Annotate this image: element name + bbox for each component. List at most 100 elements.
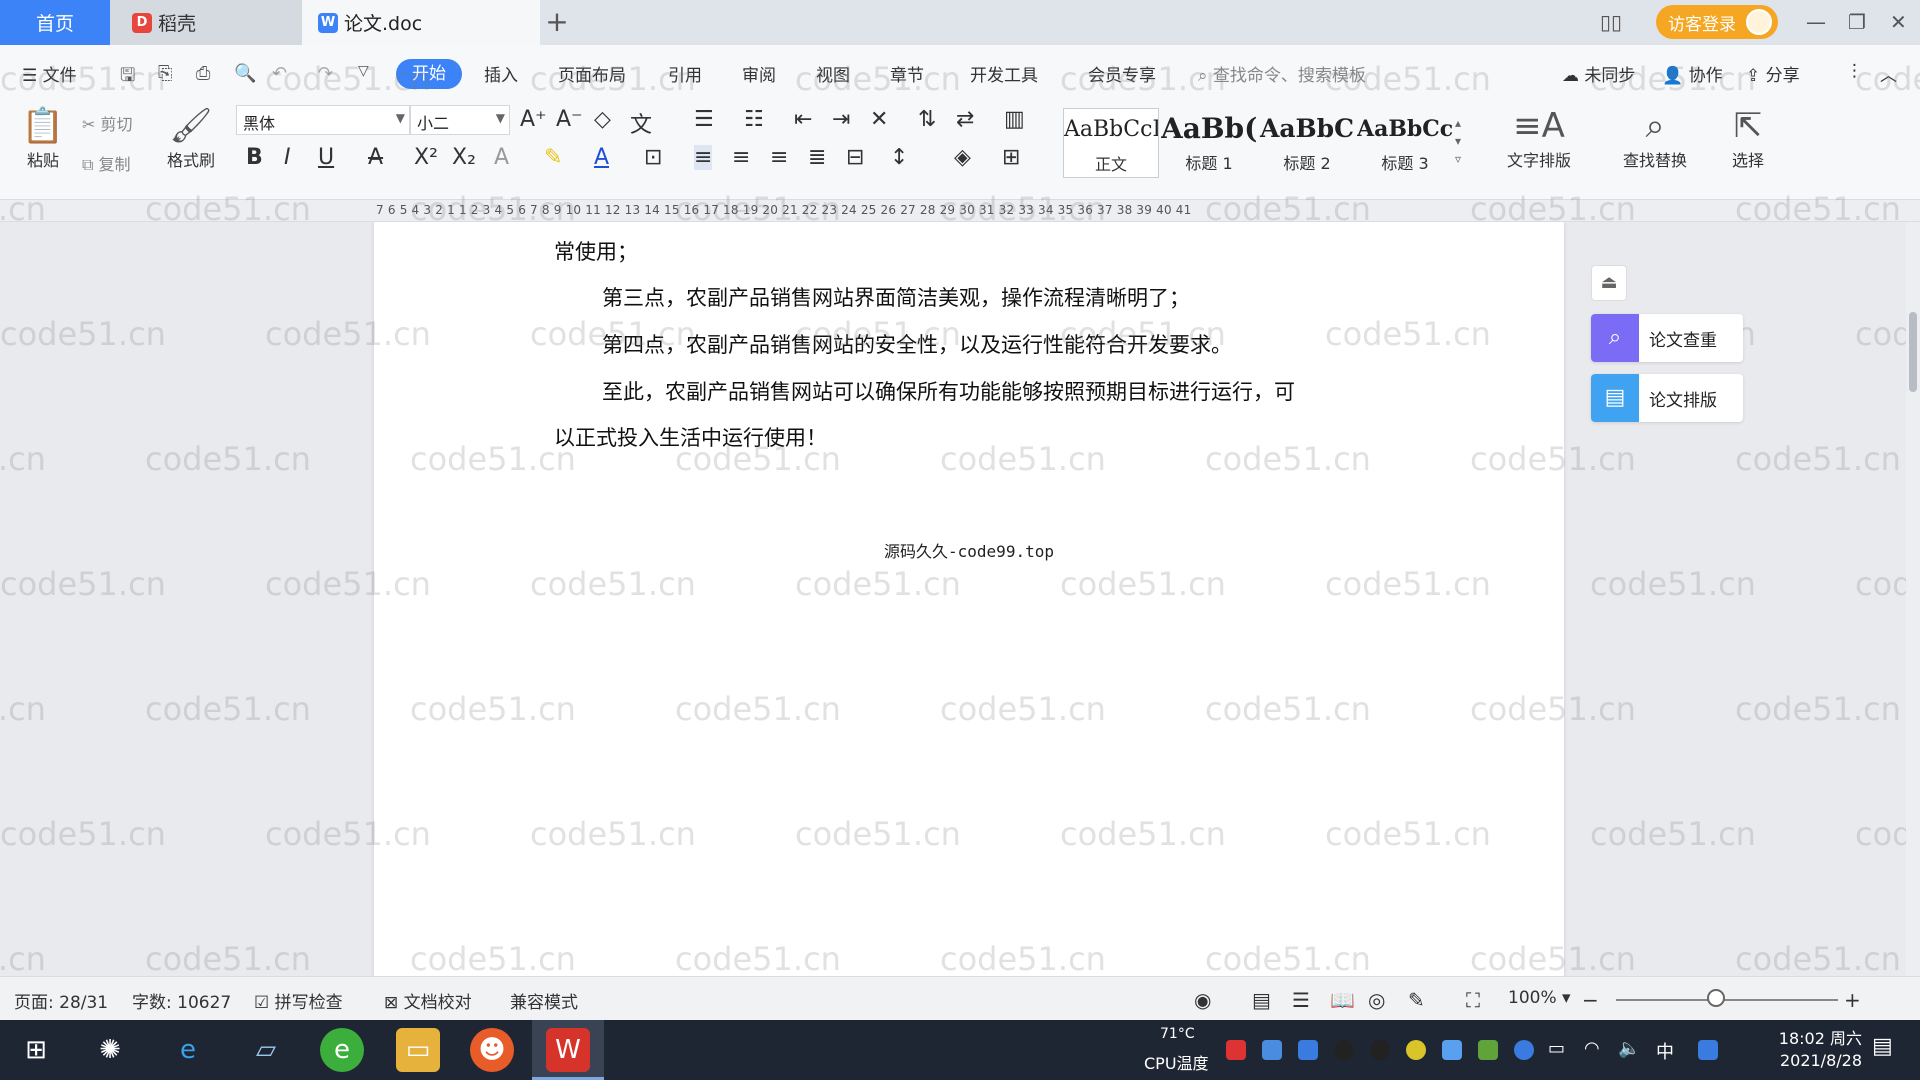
qq-icon[interactable] bbox=[1334, 1040, 1354, 1060]
restore-icon[interactable]: ❐ bbox=[1848, 8, 1866, 36]
style-heading-1[interactable]: AaBb( 标题 1 bbox=[1161, 108, 1257, 178]
zoom-slider[interactable] bbox=[1616, 999, 1838, 1001]
font-size-select[interactable]: 小二 ▼ bbox=[410, 105, 510, 135]
tab-document[interactable]: W 论文.doc bbox=[302, 0, 540, 45]
highlight-icon[interactable]: ✎ bbox=[544, 145, 562, 170]
menu-insert[interactable]: 插入 bbox=[484, 61, 518, 86]
command-search[interactable]: ⌕ 查找命令、搜索模板 bbox=[1198, 61, 1366, 86]
file-explorer-icon[interactable]: ▭ bbox=[396, 1028, 440, 1072]
align-right-button[interactable]: ≡ bbox=[770, 145, 788, 170]
proofread-button[interactable]: ⊠ 文档校对 bbox=[384, 988, 472, 1013]
page-view-icon[interactable]: ▤ bbox=[1252, 988, 1271, 1012]
vertical-scrollbar[interactable] bbox=[1906, 222, 1920, 976]
menu-member[interactable]: 会员专享 bbox=[1088, 61, 1156, 86]
customize-dropdown-icon[interactable]: ▽ bbox=[358, 63, 369, 79]
fit-page-icon[interactable]: ⛶ bbox=[1466, 988, 1480, 1012]
page-indicator[interactable]: 页面: 28/31 bbox=[14, 988, 108, 1013]
menu-home[interactable]: 开始 bbox=[396, 59, 462, 89]
nvidia-icon[interactable] bbox=[1478, 1040, 1498, 1060]
increase-indent-icon[interactable]: ⇥ bbox=[832, 107, 850, 132]
notes-app-icon[interactable]: ▱ bbox=[244, 1028, 288, 1072]
volume-icon[interactable]: 🔈 bbox=[1618, 1038, 1640, 1059]
menu-page-layout[interactable]: 页面布局 bbox=[558, 61, 626, 86]
copy-button[interactable]: ⧉ 复制 bbox=[82, 151, 131, 175]
text-layout-button[interactable]: ≡A 文字排版 bbox=[1494, 105, 1584, 171]
save-icon[interactable]: 🖫 bbox=[120, 63, 135, 93]
game-app-icon[interactable]: ☻ bbox=[470, 1028, 514, 1072]
subscript-button[interactable]: X₂ bbox=[452, 145, 476, 170]
sort-icon[interactable]: ⇅ bbox=[918, 107, 936, 132]
ie-browser-icon[interactable]: e bbox=[166, 1028, 210, 1072]
bold-button[interactable]: B bbox=[246, 145, 263, 170]
font-name-select[interactable]: 黑体 ▼ bbox=[236, 105, 410, 135]
justify-button[interactable]: ≣ bbox=[808, 145, 826, 170]
char-border-icon[interactable]: ⊡ bbox=[644, 145, 662, 170]
web-view-icon[interactable]: ◎ bbox=[1368, 988, 1385, 1012]
write-view-icon[interactable]: ✎ bbox=[1408, 988, 1425, 1012]
more-icon[interactable]: ⋮ bbox=[1846, 61, 1863, 81]
menu-references[interactable]: 引用 bbox=[668, 61, 702, 86]
tab-ruler-icon[interactable]: ▥ bbox=[1004, 107, 1025, 132]
menu-developer[interactable]: 开发工具 bbox=[970, 61, 1038, 86]
menu-review[interactable]: 审阅 bbox=[742, 61, 776, 86]
360-browser-icon[interactable]: e bbox=[320, 1028, 364, 1072]
outline-view-icon[interactable]: ☰ bbox=[1292, 988, 1310, 1012]
scrollbar-thumb[interactable] bbox=[1909, 312, 1917, 392]
phonetic-icon[interactable]: 文 bbox=[630, 107, 652, 139]
borders-icon[interactable]: ⊞ bbox=[1002, 145, 1020, 170]
minimize-icon[interactable]: — bbox=[1806, 8, 1826, 36]
paper-check-button[interactable]: ⌕ 论文查重 bbox=[1591, 314, 1743, 362]
spell-check-button[interactable]: ☑ 拼写检查 bbox=[254, 988, 343, 1013]
style-heading-2[interactable]: AaBbC 标题 2 bbox=[1259, 108, 1355, 178]
underline-button[interactable]: U bbox=[318, 145, 334, 170]
horizontal-ruler[interactable]: 7 6 5 4 3 2 1 1 2 3 4 5 6 7 8 9 10 11 12… bbox=[0, 200, 1920, 222]
shield-icon[interactable] bbox=[1298, 1040, 1318, 1060]
tab-docer[interactable]: D 稻壳 bbox=[110, 0, 302, 45]
style-normal[interactable]: AaBbCcI 正文 bbox=[1063, 108, 1159, 178]
align-left-button[interactable]: ≡ bbox=[694, 145, 713, 170]
find-replace-button[interactable]: ⌕ 查找替换 bbox=[1608, 105, 1702, 171]
zoom-slider-handle[interactable] bbox=[1707, 989, 1725, 1007]
superscript-button[interactable]: X² bbox=[414, 145, 438, 170]
zoom-out-icon[interactable]: − bbox=[1582, 988, 1599, 1012]
italic-button[interactable]: I bbox=[284, 145, 291, 170]
export-icon[interactable]: ⎘ bbox=[158, 63, 172, 84]
collaborate-button[interactable]: 👤 协作 bbox=[1662, 61, 1723, 86]
menu-view[interactable]: 视图 bbox=[816, 61, 850, 86]
print-icon[interactable]: ⎙ bbox=[196, 63, 210, 84]
print-preview-icon[interactable]: 🔍 bbox=[234, 63, 256, 84]
tab-home[interactable]: 首页 bbox=[0, 0, 110, 45]
select-button[interactable]: ⇱ 选择 bbox=[1716, 105, 1780, 171]
menu-chapter[interactable]: 章节 bbox=[890, 61, 924, 86]
clear-format-icon[interactable]: ◇ bbox=[594, 107, 611, 132]
shrink-font-icon[interactable]: A⁻ bbox=[556, 107, 583, 132]
undo-icon[interactable]: ↶ bbox=[272, 63, 287, 84]
wifi-icon[interactable]: ◠ bbox=[1584, 1038, 1600, 1059]
redo-icon[interactable]: ↷ bbox=[318, 63, 333, 84]
show-hide-icon[interactable]: ⇄ bbox=[956, 107, 974, 132]
battery-icon[interactable]: ▭ bbox=[1548, 1038, 1565, 1059]
distribute-button[interactable]: ⊟ bbox=[846, 145, 864, 170]
tray-app-icon[interactable] bbox=[1226, 1040, 1246, 1060]
bullet-list-icon[interactable]: ☰ bbox=[694, 107, 714, 132]
shading-icon[interactable]: ◈ bbox=[954, 145, 971, 170]
collapse-ribbon-icon[interactable]: ︿ bbox=[1880, 61, 1897, 86]
sync-status-button[interactable]: ☁ 未同步 bbox=[1562, 61, 1635, 86]
eye-protect-icon[interactable]: ◉ bbox=[1194, 988, 1211, 1012]
align-center-button[interactable]: ≡ bbox=[732, 145, 750, 170]
grow-font-icon[interactable]: A⁺ bbox=[520, 107, 547, 132]
taskbar-clock[interactable]: 18:02 周六 2021/8/28 bbox=[1740, 1028, 1862, 1072]
paste-button[interactable]: 📋 粘贴 bbox=[16, 105, 70, 171]
zoom-in-icon[interactable]: + bbox=[1844, 988, 1861, 1012]
share-button[interactable]: ⇪ 分享 bbox=[1746, 61, 1800, 86]
tray-app-icon[interactable] bbox=[1406, 1040, 1426, 1060]
numbered-list-icon[interactable]: ☷ bbox=[744, 107, 764, 132]
file-menu[interactable]: ☰ 文件 bbox=[22, 61, 77, 86]
document-page[interactable]: 常使用； 第三点，农副产品销售网站界面简洁美观，操作流程清晰明了； 第四点，农副… bbox=[374, 222, 1564, 976]
wps-app-icon[interactable]: W bbox=[546, 1028, 590, 1072]
layout-icon[interactable]: ▯▯ bbox=[1600, 8, 1622, 36]
word-count[interactable]: 字数: 10627 bbox=[132, 988, 231, 1013]
read-view-icon[interactable]: 📖 bbox=[1330, 988, 1355, 1012]
zoom-level[interactable]: 100% ▾ bbox=[1508, 988, 1571, 1008]
strikethrough-button[interactable]: A bbox=[368, 145, 383, 170]
